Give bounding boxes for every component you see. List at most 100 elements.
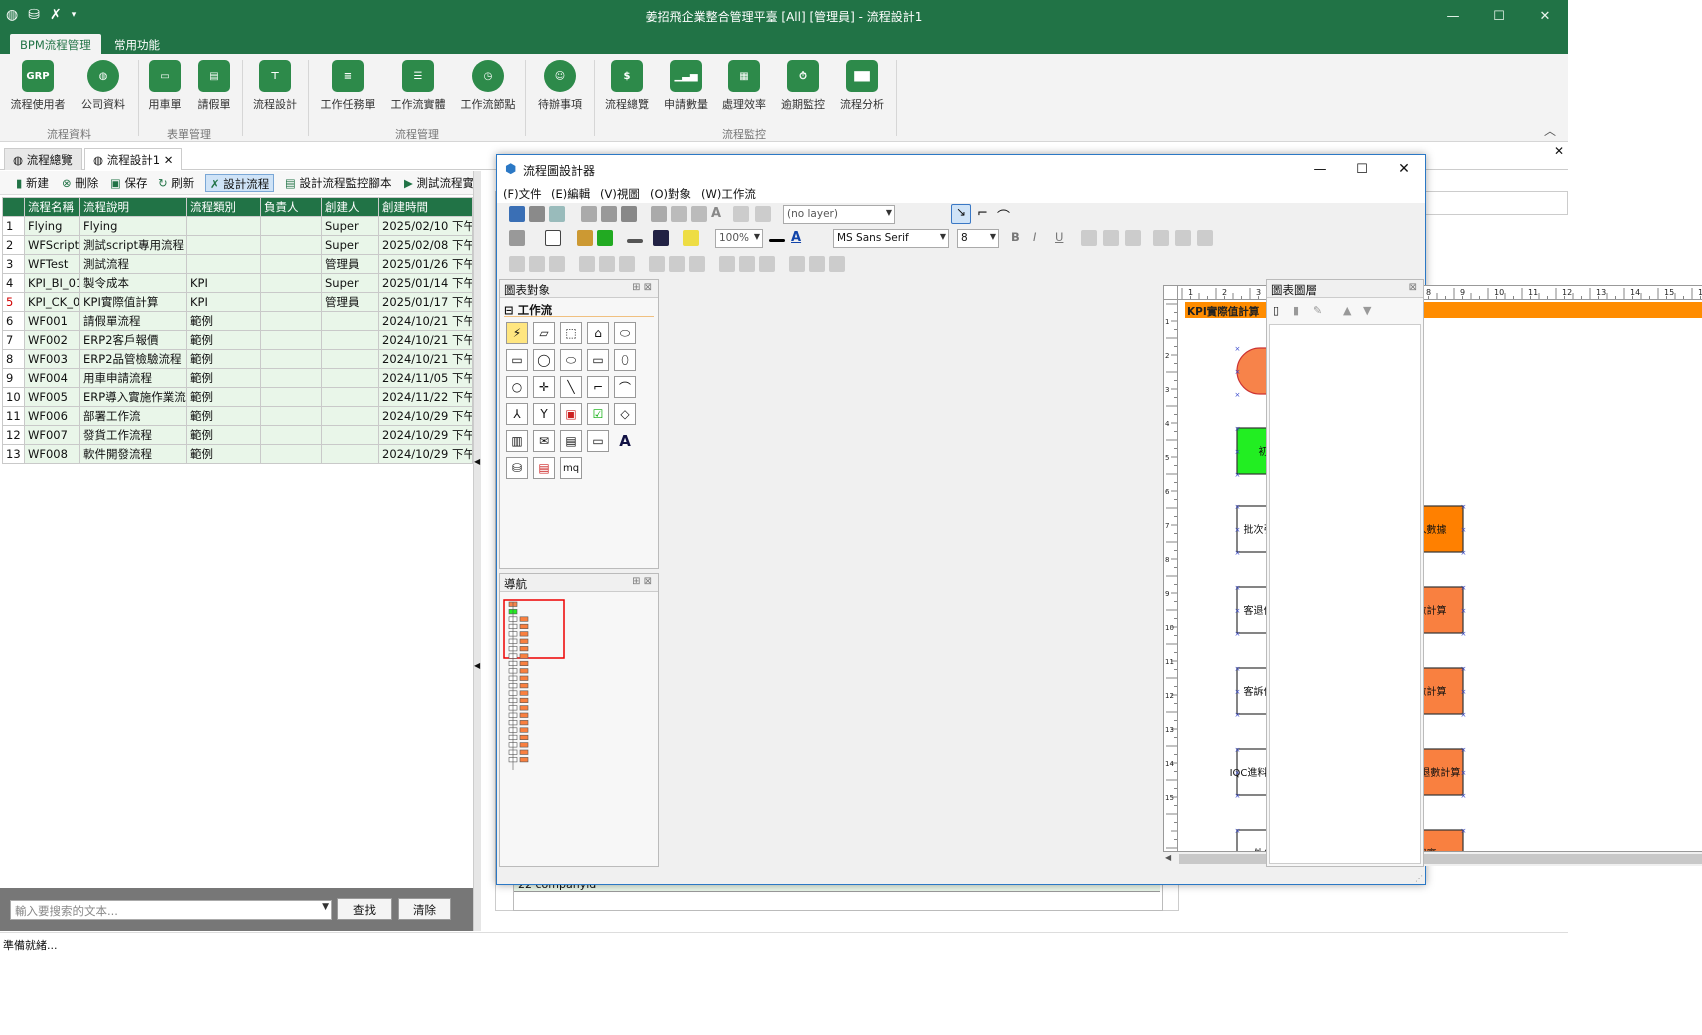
- table-cell[interactable]: KPI: [186, 273, 261, 293]
- table-cell[interactable]: [260, 311, 322, 331]
- fill-color-icon[interactable]: [545, 230, 561, 246]
- column-header[interactable]: 創建人: [321, 197, 379, 217]
- ribbon-button-task-sheet[interactable]: ≡ 工作任務單: [316, 60, 380, 112]
- minimize-button[interactable]: —: [1430, 0, 1476, 32]
- vspace-decrease-icon[interactable]: [829, 256, 845, 272]
- image-icon[interactable]: [651, 206, 667, 222]
- webservice-shape-icon[interactable]: ▤: [533, 457, 555, 479]
- table-cell[interactable]: 2024/10/29 下午: [378, 425, 473, 445]
- table-row[interactable]: 3 WFTest 測試流程 管理員 2025/01/26 下午: [2, 254, 473, 274]
- ribbon-button-wf-entity[interactable]: ☰ 工作流實體: [386, 60, 450, 112]
- align-right-edges-icon[interactable]: [529, 256, 545, 272]
- row-number[interactable]: 4: [2, 273, 25, 293]
- terminator-shape-icon[interactable]: ⬭: [560, 349, 582, 371]
- table-cell[interactable]: ERP2品管檢驗流程: [79, 349, 187, 369]
- link-shape-icon[interactable]: ○: [506, 376, 528, 398]
- navigation-preview[interactable]: [500, 594, 658, 794]
- maximize-button[interactable]: ☐: [1341, 155, 1383, 183]
- menu-object[interactable]: (O)對象: [650, 186, 691, 202]
- table-cell[interactable]: 範例: [186, 444, 261, 464]
- ribbon-button-todo[interactable]: ☺ 待辦事項: [530, 60, 590, 112]
- menu-file[interactable]: (F)文件: [503, 186, 542, 202]
- arc-shape-icon[interactable]: ⌒: [614, 376, 636, 398]
- table-cell[interactable]: Super: [321, 273, 379, 293]
- table-cell[interactable]: WF004: [24, 368, 80, 388]
- ribbon-button-efficiency[interactable]: ▦ 處理效率: [714, 60, 774, 112]
- align-centers-icon[interactable]: [549, 256, 565, 272]
- table-row[interactable]: 5KPI_CK_01KPI實際值計算KPI 管理員2025/01/17 下午: [2, 292, 473, 312]
- table-row[interactable]: 12 WF007 發貨工作流程 範例 2024/10/29 下午: [2, 425, 473, 445]
- column-header[interactable]: 負責人: [260, 197, 322, 217]
- collapse-ribbon-icon[interactable]: ︿: [1544, 122, 1556, 139]
- table-cell[interactable]: Flying: [24, 216, 80, 236]
- table-cell[interactable]: 2025/02/10 下午: [378, 216, 473, 236]
- layer-select[interactable]: (no layer) ▼: [783, 205, 895, 224]
- save-button[interactable]: ▣ 保存: [106, 174, 152, 192]
- ribbon-button-flow-users[interactable]: GRP 流程使用者: [8, 60, 68, 112]
- flow-grid[interactable]: 流程名稱 流程說明 流程類別 負責人 創建人 創建時間 1 Flying Flyin…: [2, 197, 473, 464]
- row-number[interactable]: 13: [2, 444, 25, 464]
- selection-handle[interactable]: ×: [1235, 688, 1241, 696]
- vspace-increase-icon[interactable]: [809, 256, 825, 272]
- table-cell[interactable]: Flying: [79, 216, 187, 236]
- callout-shape-icon[interactable]: ◯: [533, 349, 555, 371]
- line-shape-icon[interactable]: ╲: [560, 376, 582, 398]
- table-cell[interactable]: 2025/01/17 下午: [378, 292, 473, 312]
- table-cell[interactable]: 2024/10/29 下午: [378, 444, 473, 464]
- selection-handle[interactable]: ×: [1235, 607, 1241, 615]
- table-cell[interactable]: [260, 254, 322, 274]
- space-horizontal-icon[interactable]: [719, 256, 735, 272]
- maximize-button[interactable]: ☐: [1476, 0, 1522, 32]
- refresh-button[interactable]: ↻ 刷新: [154, 174, 198, 192]
- align-left-icon[interactable]: [1081, 230, 1097, 246]
- menu-workflow[interactable]: (W)工作流: [701, 186, 756, 202]
- move-down-icon[interactable]: ▼: [1363, 304, 1371, 317]
- table-cell[interactable]: Super: [321, 235, 379, 255]
- align-center-icon[interactable]: [1103, 230, 1119, 246]
- table-cell[interactable]: 管理員: [321, 254, 379, 274]
- resize-grip-icon[interactable]: ⋰: [1415, 874, 1423, 883]
- connector-tool-icon[interactable]: ⌐: [977, 206, 993, 222]
- ellipse-shape-icon[interactable]: ⬭: [614, 322, 636, 344]
- table-cell[interactable]: WF006: [24, 406, 80, 426]
- table-row[interactable]: 6 WF001 請假單流程 範例 2024/10/21 下午: [2, 311, 473, 331]
- bold-icon[interactable]: B: [1011, 230, 1027, 246]
- row-number[interactable]: 6: [2, 311, 25, 331]
- selection-handle[interactable]: ×: [1235, 630, 1241, 638]
- selection-handle[interactable]: ×: [1235, 368, 1241, 376]
- pointer-tool-icon[interactable]: ↘: [951, 204, 971, 224]
- selection-handle[interactable]: ×: [1461, 746, 1467, 754]
- table-cell[interactable]: 2024/10/21 下午: [378, 349, 473, 369]
- parallelogram-shape-icon[interactable]: ▱: [533, 322, 555, 344]
- table-row[interactable]: 9 WF004 用車申請流程 範例 2024/11/05 下午: [2, 368, 473, 388]
- selection-handle[interactable]: ×: [1235, 549, 1241, 557]
- table-cell[interactable]: WF002: [24, 330, 80, 350]
- selection-handle[interactable]: ×: [1235, 665, 1241, 673]
- table-cell[interactable]: [186, 235, 261, 255]
- paste-icon[interactable]: [621, 206, 637, 222]
- edit-layer-icon[interactable]: ✎: [1313, 304, 1322, 317]
- column-header[interactable]: 流程類別: [186, 197, 261, 217]
- selection-handle[interactable]: ×: [1461, 630, 1467, 638]
- table-cell[interactable]: WFScript: [24, 235, 80, 255]
- table-cell[interactable]: 測試流程: [79, 254, 187, 274]
- selection-handle[interactable]: ×: [1461, 503, 1467, 511]
- table-cell[interactable]: [321, 444, 379, 464]
- table-cell[interactable]: [321, 349, 379, 369]
- brush-icon[interactable]: [577, 230, 593, 246]
- selection-handle[interactable]: ×: [1461, 688, 1467, 696]
- font-select[interactable]: MS Sans Serif ▼: [833, 229, 949, 248]
- selection-handle[interactable]: ×: [1461, 584, 1467, 592]
- minimize-button[interactable]: —: [1299, 155, 1341, 183]
- table-cell[interactable]: 部署工作流: [79, 406, 187, 426]
- selection-handle[interactable]: ×: [1461, 827, 1467, 835]
- close-document-icon[interactable]: ✕: [1554, 144, 1564, 158]
- close-button[interactable]: ✕: [1383, 155, 1425, 183]
- column-header[interactable]: 創建時間: [378, 197, 473, 217]
- text-shape-icon[interactable]: A: [614, 430, 636, 452]
- table-cell[interactable]: 製令成本: [79, 273, 187, 293]
- space-vertical-icon[interactable]: [789, 256, 805, 272]
- table-cell[interactable]: [186, 216, 261, 236]
- table-cell[interactable]: 請假單流程: [79, 311, 187, 331]
- table-cell[interactable]: WF005: [24, 387, 80, 407]
